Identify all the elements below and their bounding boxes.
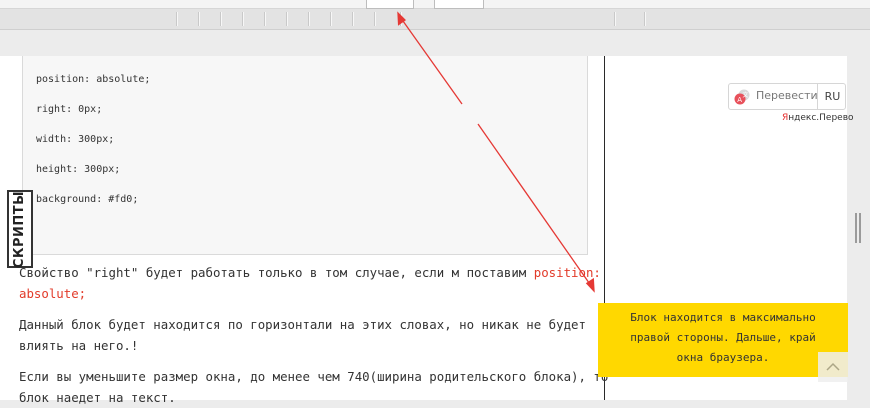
annotation-arrow — [397, 11, 595, 293]
arrow-segment — [477, 123, 595, 291]
arrow-segment — [397, 13, 463, 105]
